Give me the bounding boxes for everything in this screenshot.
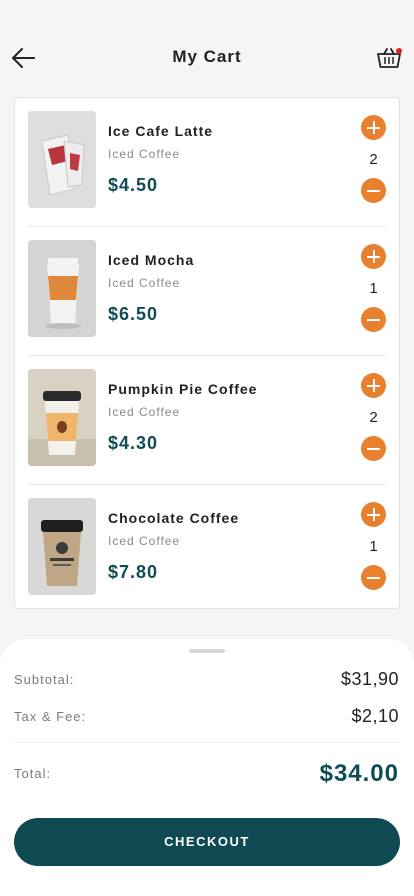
- item-quantity: 1: [369, 280, 378, 297]
- cart-item: Chocolate Coffee Iced Coffee $7.80 1: [15, 485, 399, 614]
- product-image: [28, 240, 96, 337]
- cart-item: Ice Cafe Latte Iced Coffee $4.50 2: [15, 98, 399, 227]
- cart-list: Ice Cafe Latte Iced Coffee $4.50 2 Iced …: [14, 97, 400, 609]
- minus-icon: [367, 447, 380, 450]
- white-coffee-cup-image: [28, 369, 96, 466]
- tax-fee-value: $2,10: [351, 706, 399, 726]
- total-label: Total:: [14, 766, 52, 781]
- summary-divider: [14, 742, 400, 743]
- item-name: Iced Mocha: [108, 252, 195, 268]
- cart-button[interactable]: [376, 46, 402, 70]
- page-title: My Cart: [172, 47, 242, 66]
- order-summary-sheet: Subtotal: $31,90 Tax & Fee: $2,10 Total:…: [0, 639, 414, 896]
- product-image: [28, 369, 96, 466]
- item-category: Iced Coffee: [108, 276, 181, 290]
- minus-icon: [367, 318, 380, 321]
- item-price: $7.80: [108, 562, 159, 582]
- decrease-quantity-button[interactable]: [361, 436, 386, 461]
- item-name: Chocolate Coffee: [108, 510, 240, 526]
- item-quantity: 2: [369, 151, 378, 168]
- orange-coffee-cup-image: [28, 240, 96, 337]
- minus-icon: [367, 189, 380, 192]
- iced-latte-cup-image: [28, 111, 96, 208]
- product-image: [28, 111, 96, 208]
- cart-item: Pumpkin Pie Coffee Iced Coffee $4.30 2: [15, 356, 399, 485]
- increase-quantity-button[interactable]: [361, 373, 386, 398]
- notification-dot: [396, 48, 402, 54]
- item-name: Ice Cafe Latte: [108, 123, 214, 139]
- subtotal-value: $31,90: [340, 669, 399, 689]
- item-category: Iced Coffee: [108, 534, 181, 548]
- increase-quantity-button[interactable]: [361, 502, 386, 527]
- item-price: $4.50: [108, 175, 159, 195]
- increase-quantity-button[interactable]: [361, 244, 386, 269]
- item-price: $4.30: [108, 433, 159, 453]
- decrease-quantity-button[interactable]: [361, 307, 386, 332]
- increase-quantity-button[interactable]: [361, 115, 386, 140]
- drag-handle[interactable]: [189, 649, 225, 653]
- item-quantity: 2: [369, 409, 378, 426]
- tax-fee-label: Tax & Fee:: [14, 709, 87, 724]
- checkout-button[interactable]: CHECKOUT: [14, 818, 400, 866]
- item-name: Pumpkin Pie Coffee: [108, 381, 258, 397]
- subtotal-label: Subtotal:: [14, 672, 75, 687]
- product-image: [28, 498, 96, 595]
- app-header: My Cart: [0, 0, 414, 100]
- item-category: Iced Coffee: [108, 405, 181, 419]
- item-category: Iced Coffee: [108, 147, 181, 161]
- cart-item: Iced Mocha Iced Coffee $6.50 1: [15, 227, 399, 356]
- item-price: $6.50: [108, 304, 159, 324]
- decrease-quantity-button[interactable]: [361, 178, 386, 203]
- item-quantity: 1: [369, 538, 378, 555]
- decrease-quantity-button[interactable]: [361, 565, 386, 590]
- kraft-coffee-cup-image: [28, 498, 96, 595]
- total-value: $34.00: [319, 760, 399, 787]
- minus-icon: [367, 576, 380, 579]
